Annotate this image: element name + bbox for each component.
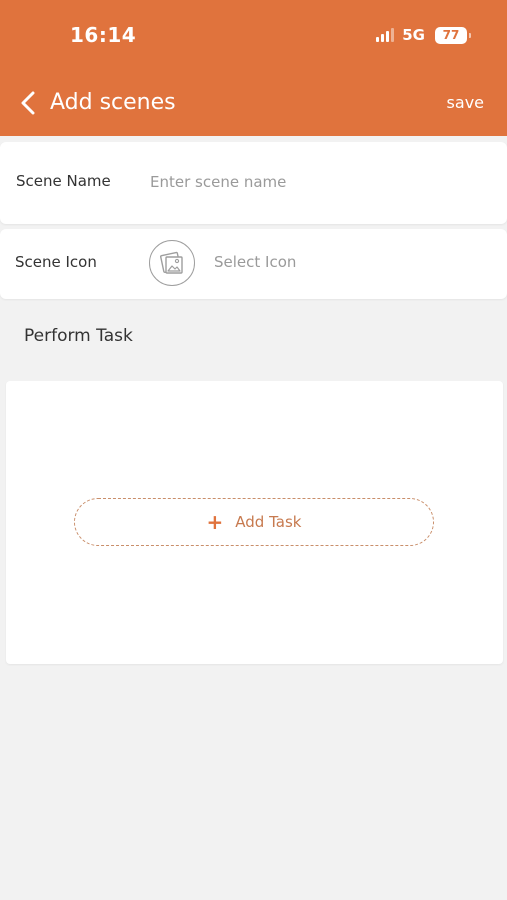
perform-task-heading: Perform Task: [24, 326, 133, 346]
status-bar-indicators: 5G 77: [376, 26, 471, 44]
add-task-button[interactable]: + Add Task: [74, 498, 434, 546]
scene-name-card: Scene Name: [0, 142, 507, 224]
scene-name-input[interactable]: [148, 166, 482, 198]
scene-icon-picker[interactable]: [149, 240, 195, 286]
add-task-label: Add Task: [235, 513, 302, 531]
app-header: 16:14 5G 77 Add scenes save: [0, 0, 507, 136]
scene-icon-card: Scene Icon Select Icon: [0, 229, 507, 299]
page-title: Add scenes: [50, 90, 176, 115]
battery-level: 77: [442, 28, 460, 42]
back-button[interactable]: [14, 89, 42, 117]
status-time: 16:14: [70, 23, 137, 47]
battery-icon: 77: [435, 26, 471, 44]
image-placeholder-icon: [159, 251, 183, 274]
scene-name-label: Scene Name: [16, 172, 111, 190]
signal-icon: [376, 28, 395, 42]
task-list-card: + Add Task: [6, 381, 503, 664]
network-type: 5G: [402, 26, 425, 44]
save-button[interactable]: save: [447, 93, 484, 113]
chevron-left-icon: [21, 91, 35, 115]
scene-icon-label: Scene Icon: [15, 253, 97, 271]
select-icon-link[interactable]: Select Icon: [214, 253, 296, 271]
plus-icon: +: [206, 510, 224, 534]
